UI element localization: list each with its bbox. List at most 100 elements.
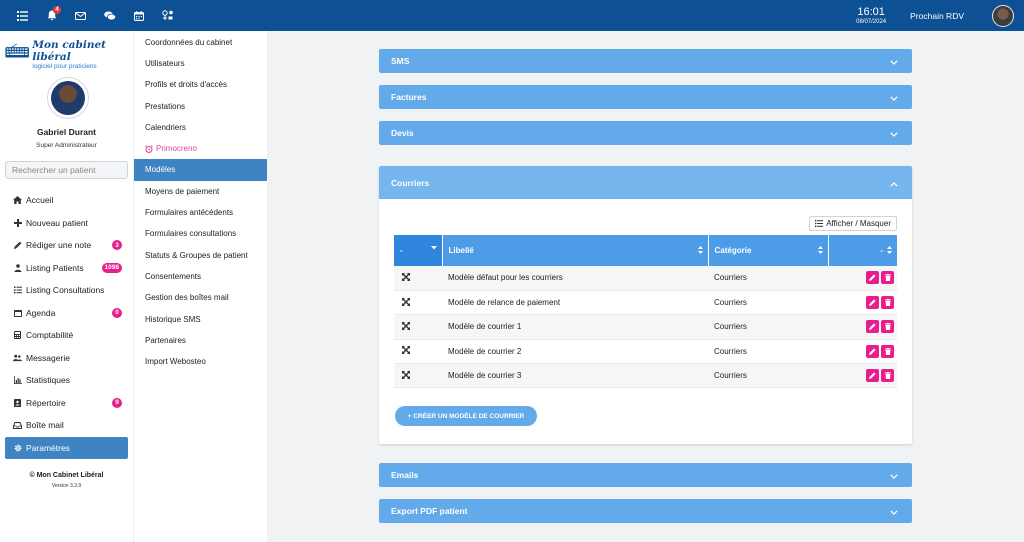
settings-item-import-webosteo[interactable]: Import Webosteo: [134, 351, 267, 372]
main-nav: Accueil Nouveau patient Rédiger une note…: [5, 189, 128, 459]
settings-item-formulaires-consultations[interactable]: Formulaires consultations: [134, 223, 267, 244]
settings-item-coordonnees[interactable]: Coordonnées du cabinet: [134, 32, 267, 53]
settings-item-consentements[interactable]: Consentements: [134, 266, 267, 287]
toggle-columns-button[interactable]: Afficher / Masquer: [809, 216, 897, 231]
calculator-icon: [13, 331, 22, 340]
accordion-devis[interactable]: Devis: [379, 121, 912, 145]
toggle-columns-label: Afficher / Masquer: [826, 219, 891, 228]
delete-button[interactable]: [881, 344, 894, 358]
nav-item-agenda[interactable]: Agenda 0: [5, 302, 128, 325]
bell-icon[interactable]: 4: [37, 0, 66, 31]
table-row[interactable]: Modèle de relance de paiement Courriers: [394, 290, 897, 316]
menu-icon[interactable]: [8, 0, 37, 31]
settings-item-modeles[interactable]: Modèles: [134, 159, 267, 181]
settings-item-formulaires-antecedents[interactable]: Formulaires antécédents: [134, 202, 267, 223]
accordion-title: SMS: [391, 56, 410, 66]
accordion-title: Courriers: [391, 177, 430, 188]
profile-avatar[interactable]: [47, 77, 89, 119]
nav-item-label: Comptabilité: [26, 330, 74, 341]
chevron-down-icon: [890, 129, 898, 139]
drag-handle-icon[interactable]: [400, 272, 410, 281]
app-logo[interactable]: Mon cabinet libéral logiciel pour pratic…: [5, 39, 133, 71]
nav-item-boite-mail[interactable]: Boîte mail: [5, 414, 128, 437]
settings-item-utilisateurs[interactable]: Utilisateurs: [134, 53, 267, 74]
accordion-emails[interactable]: Emails: [379, 463, 912, 487]
comments-icon[interactable]: [95, 0, 124, 31]
create-courrier-template-button[interactable]: + CRÉER UN MODÈLE DE COURRIER: [395, 406, 537, 426]
table-row[interactable]: Modèle de courrier 2 Courriers: [394, 339, 897, 365]
version: Version 3.3.9: [51, 483, 82, 489]
home-icon: [13, 196, 22, 205]
delete-button[interactable]: [881, 271, 894, 285]
column-header-label: Catégorie: [714, 246, 752, 255]
settings-item-statuts-groupes[interactable]: Statuts & Groupes de patient: [134, 244, 267, 265]
nav-item-label: Messagerie: [26, 352, 70, 363]
delete-button[interactable]: [881, 369, 894, 383]
cell-libelle: Modèle de courrier 2: [442, 339, 708, 365]
agenda-badge: 0: [112, 307, 122, 318]
logo-subtitle: logiciel pour praticiens: [32, 63, 97, 70]
sort-icon: [887, 246, 892, 255]
nav-item-statistiques[interactable]: Statistiques: [5, 369, 128, 392]
nav-item-label: Répertoire: [26, 397, 66, 408]
edit-button[interactable]: [866, 271, 879, 285]
nav-item-label: Paramètres: [26, 442, 70, 453]
settings-item-historique-sms[interactable]: Historique SMS: [134, 308, 267, 329]
calendar-icon[interactable]: [124, 0, 153, 31]
profile-role: Super Administrateur: [36, 142, 97, 149]
nav-item-label: Listing Patients: [26, 262, 84, 273]
cell-categorie: Courriers: [708, 290, 828, 316]
accordion-courriers[interactable]: Courriers: [379, 166, 912, 199]
column-header-label: -: [880, 246, 883, 255]
drag-handle-icon[interactable]: [400, 297, 410, 306]
edit-button[interactable]: [866, 369, 879, 383]
nav-item-label: Boîte mail: [26, 420, 64, 431]
accordion-sms[interactable]: SMS: [379, 49, 912, 73]
settings-item-prestations[interactable]: Prestations: [134, 95, 267, 116]
plus-icon: [13, 218, 22, 227]
nav-item-accueil[interactable]: Accueil: [5, 189, 128, 212]
next-appointment-link[interactable]: Prochain RDV: [910, 11, 964, 21]
nav-item-messagerie[interactable]: Messagerie: [5, 347, 128, 370]
nav-item-label: Nouveau patient: [26, 217, 88, 228]
settings-item-primocreno[interactable]: Primocreno: [134, 138, 267, 159]
settings-item-partenaires[interactable]: Partenaires: [134, 330, 267, 351]
settings-item-calendriers[interactable]: Calendriers: [134, 117, 267, 138]
nav-item-nouveau-patient[interactable]: Nouveau patient: [5, 212, 128, 235]
settings-item-gestion-boites-mail[interactable]: Gestion des boîtes mail: [134, 287, 267, 308]
nav-item-label: Accueil: [26, 195, 54, 206]
nav-item-rediger-note[interactable]: Rédiger une note 3: [5, 234, 128, 257]
edit-button[interactable]: [866, 344, 879, 358]
settings-item-profils[interactable]: Profils et droits d'accès: [134, 74, 267, 95]
column-header-categorie[interactable]: Catégorie: [708, 235, 829, 266]
sitemap-icon[interactable]: [153, 0, 182, 31]
patients-badge: 1098: [101, 262, 122, 273]
patient-search-input[interactable]: Rechercher un patient: [5, 161, 128, 179]
nav-item-repertoire[interactable]: Répertoire 9: [5, 392, 128, 415]
table-row[interactable]: Modèle de courrier 3 Courriers: [394, 363, 897, 389]
delete-button[interactable]: [881, 296, 894, 310]
nav-item-listing-patients[interactable]: Listing Patients 1098: [5, 257, 128, 280]
edit-button[interactable]: [866, 296, 879, 310]
accordion-export-pdf-patient[interactable]: Export PDF patient: [379, 499, 912, 523]
column-header-actions[interactable]: -: [828, 235, 897, 266]
table-row[interactable]: Modèle de courrier 1 Courriers: [394, 314, 897, 340]
edit-button[interactable]: [866, 320, 879, 334]
cell-libelle: Modèle de courrier 1: [442, 314, 708, 340]
keyboard-logo-icon: [5, 43, 29, 58]
accordion-factures[interactable]: Factures: [379, 85, 912, 109]
delete-button[interactable]: [881, 320, 894, 334]
nav-item-comptabilite[interactable]: Comptabilité: [5, 324, 128, 347]
column-header-libelle[interactable]: Libellé: [442, 235, 709, 266]
column-header-drag[interactable]: -: [394, 235, 443, 266]
nav-item-listing-consultations[interactable]: Listing Consultations: [5, 279, 128, 302]
drag-handle-icon[interactable]: [400, 370, 410, 379]
user-avatar[interactable]: [992, 4, 1014, 27]
settings-item-moyens-paiement[interactable]: Moyens de paiement: [134, 181, 267, 202]
drag-handle-icon[interactable]: [400, 321, 410, 330]
drag-handle-icon[interactable]: [400, 346, 410, 355]
trash-icon: [884, 274, 891, 282]
nav-item-parametres[interactable]: Paramètres: [5, 436, 128, 459]
envelope-icon[interactable]: [66, 0, 95, 31]
table-row[interactable]: Modèle défaut pour les courriers Courrie…: [394, 266, 897, 291]
